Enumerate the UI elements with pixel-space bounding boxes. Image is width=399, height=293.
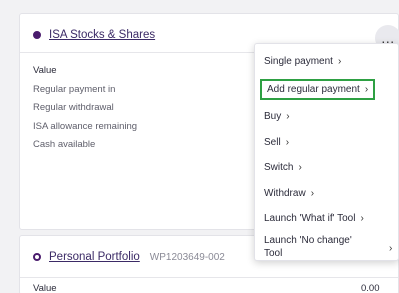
chevron-right-icon: › xyxy=(360,213,364,224)
menu-item-label: Buy xyxy=(264,111,282,122)
divider xyxy=(20,277,398,278)
row-regular-payment-label: Regular payment in xyxy=(33,83,116,95)
chevron-right-icon: › xyxy=(310,188,315,199)
chevron-right-icon: › xyxy=(285,137,290,148)
account-dot-icon xyxy=(33,31,41,39)
row-cash-available-label: Cash available xyxy=(33,139,96,150)
row-regular-withdrawal-label: Regular withdrawal xyxy=(33,102,114,113)
menu-item-label: Launch 'What if' Tool xyxy=(264,213,356,224)
portfolio-account-link[interactable]: Personal Portfolio xyxy=(49,251,140,263)
menu-item-withdraw[interactable]: Withdraw › xyxy=(264,188,314,199)
chevron-right-icon: › xyxy=(298,162,302,173)
portfolio-reference: WP1203649-002 xyxy=(149,251,225,263)
chevron-right-icon: › xyxy=(337,56,342,67)
menu-item-label: Launch 'No change' Tool xyxy=(264,235,352,259)
portfolio-value: 0.00 xyxy=(361,283,380,293)
actions-dropdown-menu: Single payment › Add regular payment › B… xyxy=(254,43,399,261)
isa-account-link[interactable]: ISA Stocks & Shares xyxy=(49,29,155,41)
menu-item-buy[interactable]: Buy › xyxy=(264,111,290,122)
account-summary-rows: Value Regular payment in Regular withdra… xyxy=(33,65,137,158)
portfolio-value-label: Value xyxy=(33,283,57,293)
chevron-right-icon: › xyxy=(389,243,393,254)
menu-item-launch-what-if-tool[interactable]: Launch 'What if' Tool › xyxy=(264,213,364,224)
menu-item-sell[interactable]: Sell › xyxy=(264,137,289,148)
portfolio-account-header: Personal Portfolio WP1203649-002 xyxy=(33,251,225,263)
menu-item-label: Sell xyxy=(264,137,281,148)
menu-item-single-payment[interactable]: Single payment › xyxy=(264,56,341,67)
menu-item-switch[interactable]: Switch › xyxy=(264,162,302,173)
menu-item-label: Switch xyxy=(264,162,294,173)
menu-item-label: Withdraw xyxy=(264,188,306,199)
row-value-label: Value xyxy=(33,65,57,76)
chevron-right-icon: › xyxy=(364,84,369,95)
menu-item-label: Add regular payment xyxy=(267,84,360,95)
menu-item-label: Single payment xyxy=(264,56,333,67)
account-dot-icon xyxy=(33,253,41,261)
menu-item-add-regular-payment[interactable]: Add regular payment › xyxy=(260,79,376,100)
menu-item-launch-no-change-tool[interactable]: Launch 'No change' Tool › xyxy=(264,234,392,260)
chevron-right-icon: › xyxy=(286,111,290,122)
isa-account-header: ISA Stocks & Shares xyxy=(33,29,155,41)
row-isa-allowance-label: ISA allowance remaining xyxy=(33,120,138,132)
